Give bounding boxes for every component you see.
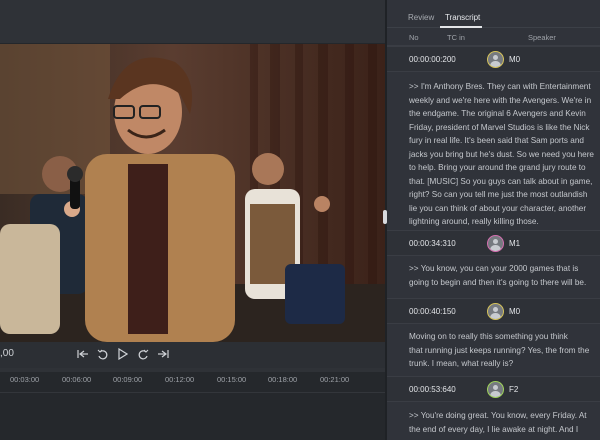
transcript-text[interactable]: >> I'm Anthony Bres. They can with Enter… [409,80,599,229]
timeline-track [0,392,385,393]
timeline-tick: 00:09:00 [113,375,143,384]
timeline-tick: 00:15:00 [217,375,247,384]
speaker-avatar-icon [487,235,504,252]
transcript-text[interactable]: >> You know, you can your 2000 games tha… [409,262,599,289]
timeline-ruler [0,368,385,372]
transcript-entry-header[interactable]: 00:00:53:640 F2 [387,376,600,402]
speaker-label: F2 [509,385,519,394]
timeline-tick: 00:03:00 [10,375,40,384]
speaker-label: M0 [509,55,521,64]
transcript-entry-header[interactable]: 00:00:34:310 M1 [387,230,600,256]
skip-end-icon[interactable] [156,346,170,362]
timeline-tick: 00:18:00 [268,375,298,384]
entry-timecode: 00:00:34:310 [409,239,456,248]
speaker-avatar-icon [487,303,504,320]
column-no: No [409,33,419,42]
rewind-icon[interactable] [96,346,110,362]
current-timecode: ,00 [0,348,14,359]
timeline-ticks: 00:03:00 00:06:00 00:09:00 00:12:00 00:1… [0,375,385,389]
speaker-label: M1 [509,239,521,248]
video-pane: ,00 00:03:00 00:06:00 00:09:00 00:12:00 … [0,0,385,440]
entry-timecode: 00:00:00:200 [409,55,456,64]
play-icon[interactable] [116,346,130,362]
video-frame[interactable] [0,44,385,342]
transcript-panel: Review Transcript No TC in Speaker 00:00… [387,0,600,440]
entry-timecode: 00:00:53:640 [409,385,456,394]
tab-transcript[interactable]: Transcript [445,13,480,22]
column-tc-in: TC in [447,33,465,42]
skip-start-icon[interactable] [76,346,90,362]
transcript-entry-header[interactable]: 00:00:40:150 M0 [387,298,600,324]
transcript-text[interactable]: >> You're doing great. You know, every F… [409,409,599,436]
transcript-text[interactable]: Moving on to really this something you t… [409,330,599,371]
timeline-tick: 00:21:00 [320,375,350,384]
playback-controls: ,00 [0,342,385,368]
forward-icon[interactable] [136,346,150,362]
timeline-tick: 00:12:00 [165,375,195,384]
speaker-label: M0 [509,307,521,316]
video-still [0,44,385,342]
transcript-entry-header[interactable]: 00:00:00:200 M0 [387,46,600,72]
timeline-tick: 00:06:00 [62,375,92,384]
speaker-avatar-icon [487,51,504,68]
tab-review[interactable]: Review [408,13,434,22]
entry-timecode: 00:00:40:150 [409,307,456,316]
video-header [0,0,385,44]
panel-tabs: Review Transcript [387,0,600,28]
column-headers: No TC in Speaker [387,28,600,46]
column-speaker: Speaker [528,33,556,42]
speaker-avatar-icon [487,381,504,398]
timeline[interactable]: 00:03:00 00:06:00 00:09:00 00:12:00 00:1… [0,368,385,440]
